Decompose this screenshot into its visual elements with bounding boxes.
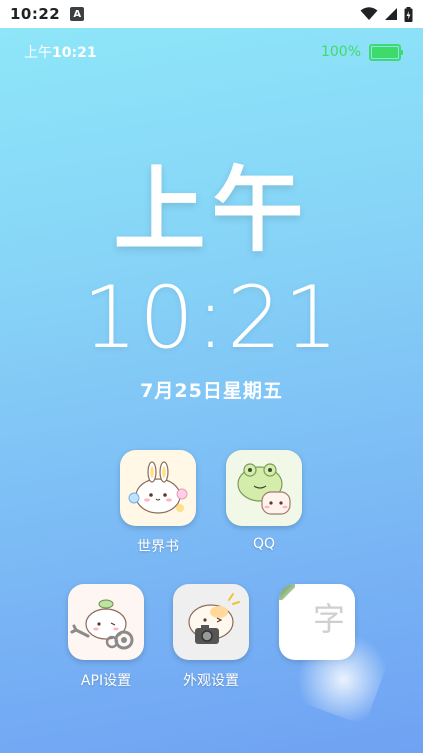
battery-charging-icon [404,6,413,22]
wrench-gear-sticker-icon[interactable] [68,584,144,660]
app-world-book[interactable]: 世界书 [113,450,203,556]
app-status-clock: 10:21 [52,45,97,61]
app-status-bar: 上午10:21 100% [24,42,403,62]
battery-fill [372,46,398,58]
app-api-settings[interactable]: API设置 [61,584,151,690]
clock-time: 10:21 [82,268,341,368]
camera-sticker-icon[interactable] [173,584,249,660]
clock-ampm: 上午 [113,157,310,264]
bunny-sticker-icon[interactable] [120,450,196,526]
battery-indicator: 100% [320,43,403,61]
app-appearance-settings[interactable]: 外观设置 [166,584,256,690]
system-indicators [360,6,413,22]
app-label: QQ [252,536,276,552]
app-label: 外观设置 [183,673,239,689]
system-time: 10:22 [10,5,61,23]
battery-percent: 100% [320,44,361,60]
font-icon-corner [279,584,295,600]
app-qq[interactable]: QQ [219,450,309,552]
battery-icon [369,43,403,61]
app-status-time: 上午10:21 [24,42,97,62]
phone-home-screen: 上午10:21 100% 上午 10:21 7月25日星期五 世界书 QQ AP… [0,28,423,753]
frog-sticker-icon[interactable] [226,450,302,526]
app-label: 世界书 [137,539,179,555]
app-status-ampm: 上午 [24,45,52,61]
notification-icon: A [70,7,85,21]
app-label: API设置 [80,673,132,689]
clock-date: 7月25日星期五 [140,380,283,402]
system-status-bar: 10:22 A [0,0,423,28]
wifi-icon [360,7,378,20]
signal-icon [385,8,397,20]
